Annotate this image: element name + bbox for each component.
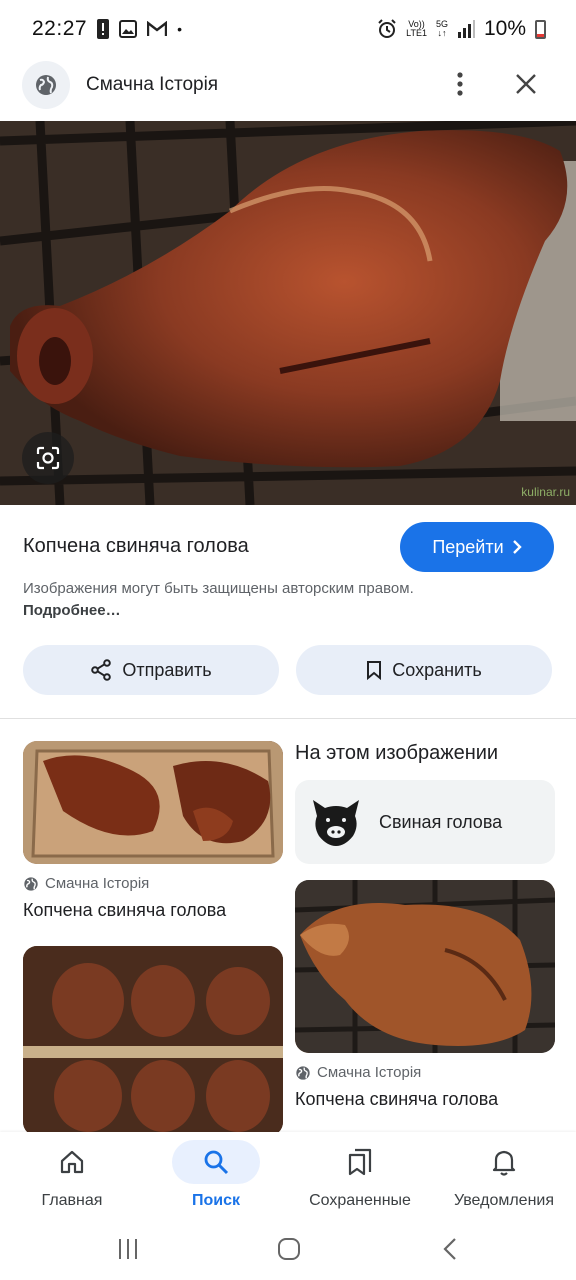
close-icon[interactable] [512, 70, 540, 98]
home-button-icon[interactable] [269, 1234, 309, 1264]
entity-label: Свиная голова [379, 812, 503, 832]
volte-indicator: Vo)) LTE1 [406, 19, 427, 38]
notification-dot-icon: • [177, 21, 182, 37]
lens-search-button[interactable] [22, 432, 74, 484]
recent-apps-icon[interactable] [108, 1234, 148, 1264]
save-label: Сохранить [392, 659, 482, 680]
gmail-icon [147, 21, 168, 36]
status-bar: 22:27 • Vo)) LTE1 5G ↓↑ 10% [0, 0, 576, 58]
globe-icon [24, 876, 38, 891]
related-source: Смачна Історія [295, 1064, 421, 1081]
result-title: Копчена свиняча голова [23, 535, 249, 557]
chevron-right-icon [512, 540, 522, 554]
system-navigation [0, 1222, 576, 1280]
viewer-topbar: Смачна Історія [0, 58, 576, 120]
battery-icon [535, 19, 546, 39]
main-image[interactable]: kulinar.ru [0, 121, 576, 505]
visit-button[interactable]: Перейти [400, 522, 554, 572]
globe-icon [22, 61, 70, 109]
entity-chip[interactable]: Свиная голова [295, 780, 555, 864]
nav-saved[interactable]: Сохраненные [290, 1132, 430, 1222]
alarm-icon [378, 19, 396, 38]
bookmark-icon [367, 661, 382, 680]
pig-head-icon [313, 800, 359, 846]
battery-percent: 10% [483, 17, 526, 40]
nav-home[interactable]: Главная [27, 1132, 117, 1222]
home-icon [60, 1150, 84, 1174]
bell-icon [492, 1150, 516, 1176]
bookmarks-icon [348, 1148, 372, 1176]
learn-more-link[interactable]: Подробнее… [23, 602, 121, 619]
lens-icon [36, 446, 60, 470]
bottom-navigation: Главная Поиск Сохраненные Уведомления [0, 1132, 576, 1222]
signal-icon [457, 20, 475, 38]
more-options-icon[interactable] [446, 70, 474, 98]
share-icon [91, 659, 112, 681]
status-time: 22:27 [32, 17, 88, 40]
gallery-icon [119, 20, 138, 38]
section-divider [0, 718, 576, 719]
related-image[interactable] [23, 946, 283, 1136]
back-icon[interactable] [430, 1234, 470, 1264]
related-title[interactable]: Копчена свиняча голова [295, 1089, 498, 1110]
share-button[interactable]: Отправить [23, 645, 279, 695]
related-image[interactable] [23, 741, 283, 864]
related-image[interactable] [295, 880, 555, 1053]
site-title[interactable]: Смачна Історія [86, 74, 218, 96]
nav-search[interactable]: Поиск [171, 1132, 261, 1222]
image-watermark: kulinar.ru [521, 485, 570, 499]
smoked-pig-head-image [0, 121, 576, 505]
nav-notifications[interactable]: Уведомления [446, 1132, 562, 1222]
related-source: Смачна Історія [23, 875, 149, 892]
alert-icon [97, 19, 110, 39]
save-button[interactable]: Сохранить [296, 645, 552, 695]
visit-label: Перейти [432, 536, 504, 557]
copyright-notice: Изображения могут быть защищены авторски… [23, 580, 414, 619]
globe-icon [296, 1065, 310, 1080]
related-title[interactable]: Копчена свиняча голова [23, 900, 226, 921]
network-indicator: 5G ↓↑ [435, 19, 448, 38]
search-icon [204, 1150, 229, 1175]
entities-heading: На этом изображении [295, 742, 499, 764]
share-label: Отправить [122, 659, 212, 680]
